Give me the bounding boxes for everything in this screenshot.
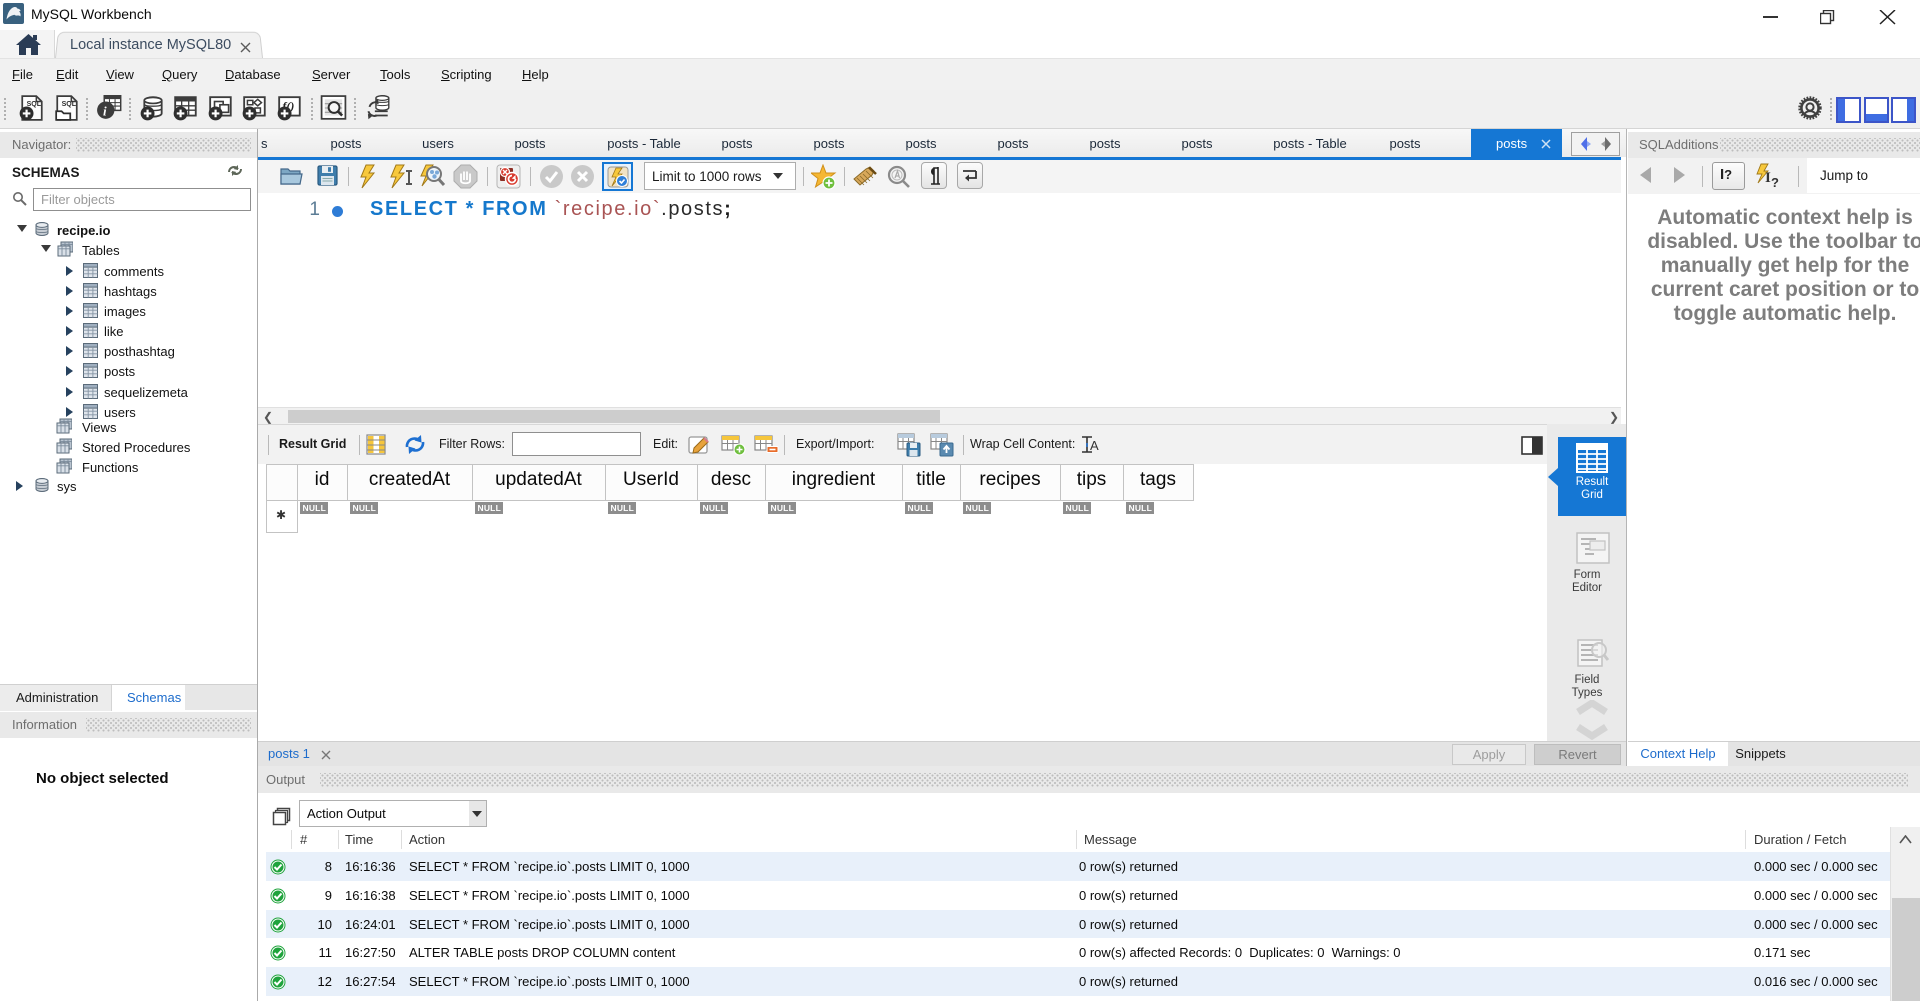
svg-text:A: A: [1090, 438, 1099, 453]
svg-text:i: i: [103, 104, 107, 119]
svg-text:?: ?: [1771, 175, 1779, 190]
svg-text:SQL: SQL: [27, 101, 42, 108]
svg-text:SQL: SQL: [62, 101, 77, 108]
